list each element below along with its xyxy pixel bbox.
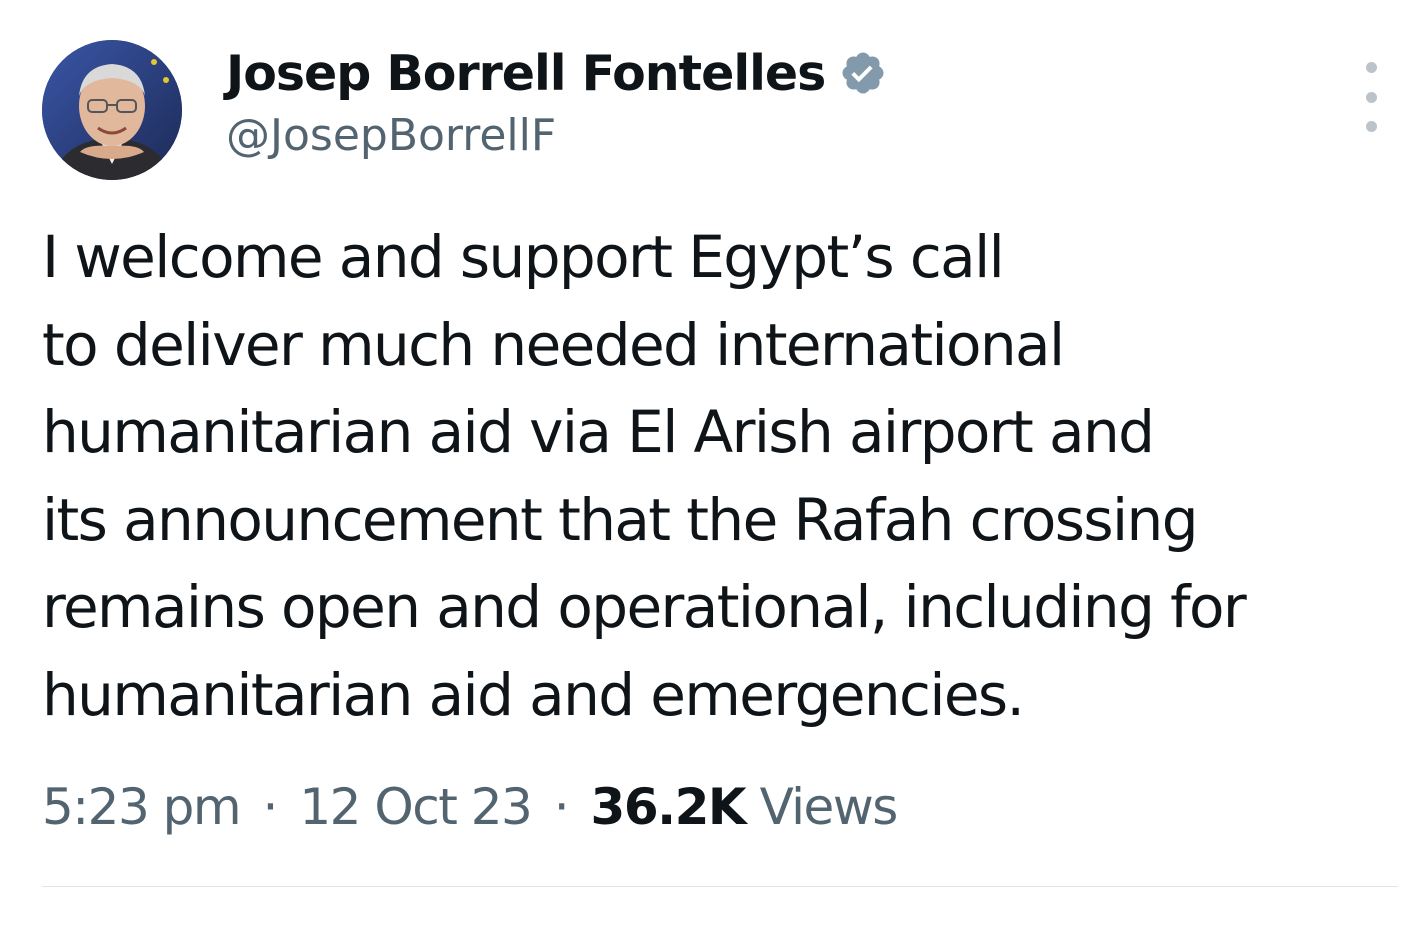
author-handle[interactable]: @JosepBorrellF <box>226 110 556 161</box>
author-display-name[interactable]: Josep Borrell Fontelles <box>226 45 826 102</box>
tweet-text-line: its announcement that the Rafah crossing <box>42 485 1199 554</box>
tweet-time[interactable]: 5:23 pm <box>42 778 242 836</box>
more-dot <box>1365 121 1377 132</box>
tweet-date[interactable]: 12 Oct 23 <box>299 778 532 836</box>
divider <box>42 886 1398 887</box>
author-avatar[interactable] <box>42 40 182 180</box>
tweet-text-line: remains open and operational, including … <box>42 573 1247 641</box>
tweet-text-line: I welcome and support Egypt’s call <box>42 223 1005 291</box>
meta-separator: · <box>553 778 570 836</box>
avatar-portrait <box>42 40 182 180</box>
tweet-text-line: to deliver much needed international <box>42 310 1065 379</box>
verified-badge-icon <box>839 49 887 97</box>
author-name-row[interactable]: Josep Borrell Fontelles <box>226 40 887 106</box>
views-count[interactable]: 36.2K <box>591 778 747 836</box>
more-dot <box>1365 91 1377 103</box>
more-options-icon[interactable] <box>1356 62 1386 132</box>
meta-separator: · <box>262 778 279 836</box>
tweet-metadata: 5:23 pm · 12 Oct 23 · 36.2K Views <box>42 778 899 836</box>
views-label: Views <box>759 778 899 836</box>
more-dot <box>1365 62 1377 73</box>
tweet-text: I welcome and support Egypt’s call to de… <box>42 214 1412 739</box>
tweet-text-line: humanitarian aid via El Arish airport an… <box>42 398 1155 466</box>
tweet-text-line: humanitarian aid and emergencies. <box>42 660 1025 729</box>
